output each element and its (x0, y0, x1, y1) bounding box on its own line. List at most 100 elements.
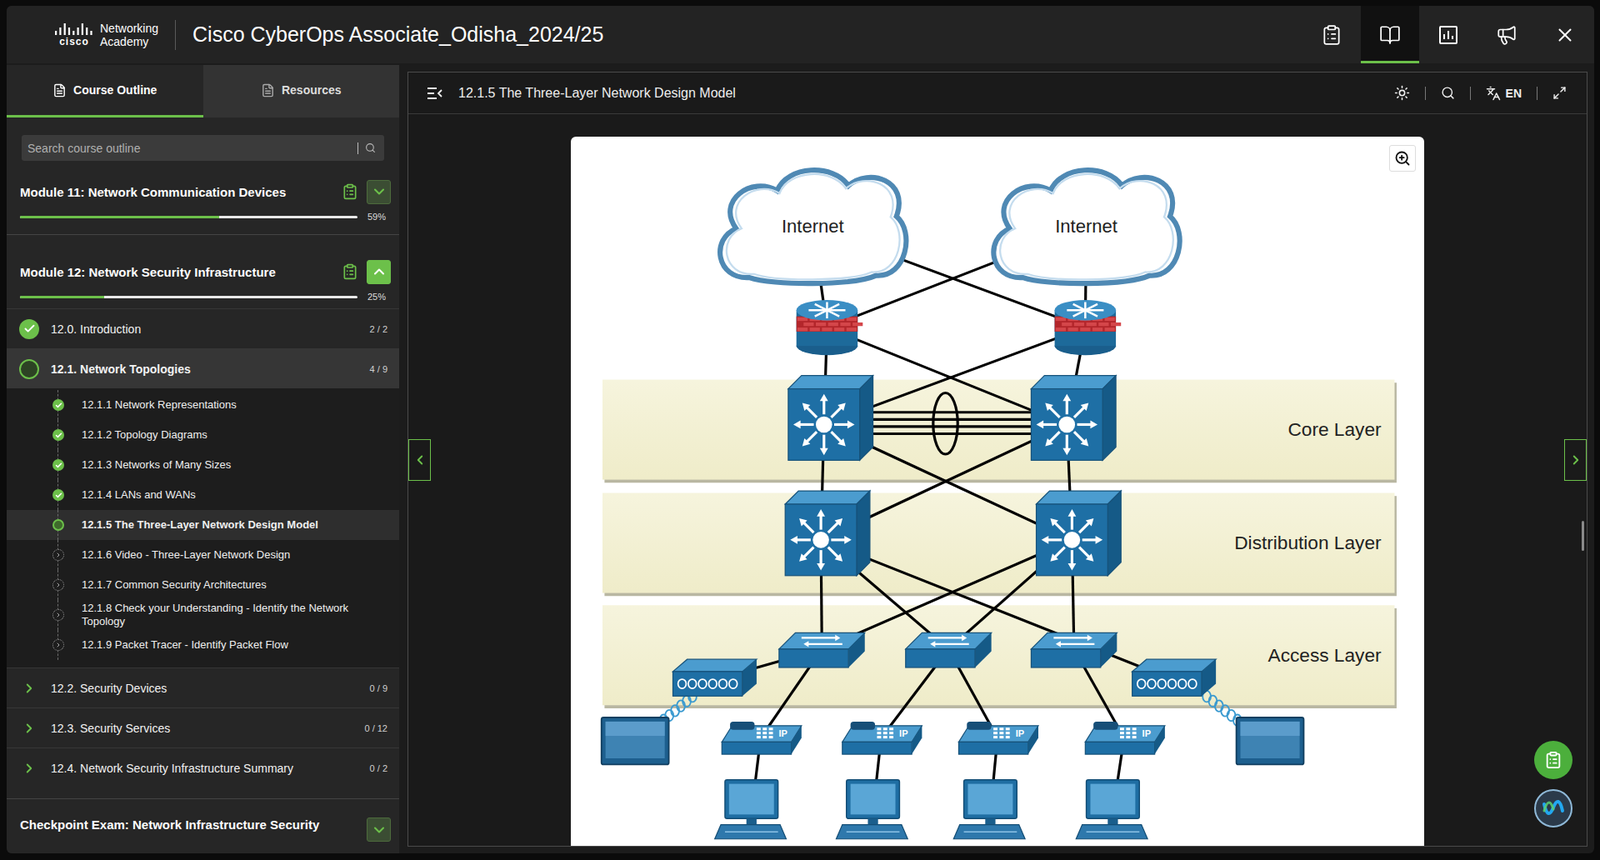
module-clipboard-icon[interactable] (341, 183, 359, 200)
topic-title: 12.1.2 Topology Diagrams (81, 426, 208, 444)
exam-title: Checkpoint Exam: Network Infrastructure … (20, 817, 359, 832)
progress-percent: 59% (367, 211, 386, 222)
chevron-down-icon (370, 183, 388, 200)
topic-done-icon (52, 459, 65, 471)
zoom-button[interactable] (1389, 145, 1416, 172)
sidebar-tab[interactable]: Course Outline (6, 65, 204, 118)
topic-item[interactable]: 12.1.2 Topology Diagrams (6, 420, 400, 450)
brand-logo[interactable]: ciscoNetworkingAcademy (6, 5, 159, 64)
search-icon (1440, 85, 1455, 100)
topic-item[interactable]: 12.1.8 Check your Understanding - Identi… (6, 600, 400, 630)
search-input[interactable] (25, 140, 351, 156)
theme-button[interactable] (1390, 85, 1414, 101)
section-title: 12.4. Network Security Infrastructure Su… (50, 761, 359, 775)
progress-fill (20, 215, 220, 219)
chevron-up-icon (370, 263, 388, 280)
module-expand-button[interactable] (366, 260, 391, 285)
collapse-outline-icon (426, 86, 444, 100)
academy-line: Networking (100, 21, 159, 35)
topic-icon-cell (52, 540, 65, 570)
section-title: 12.2. Security Devices (50, 681, 359, 695)
header-tool-button[interactable] (1302, 5, 1361, 64)
header-divider (175, 20, 176, 50)
topic-item[interactable]: 12.1.1 Network Representations (6, 390, 400, 420)
course-sidebar: Course OutlineResources Module 11: Networ… (6, 65, 400, 854)
search-wrap (6, 117, 400, 171)
search-divider (357, 142, 359, 155)
content-area: 12.1.5 The Three-Layer Network Design Mo… (399, 65, 1595, 854)
header-tool-button[interactable] (1535, 5, 1595, 64)
webex-float-button[interactable] (1534, 789, 1573, 828)
translate-icon (1485, 85, 1501, 101)
topic-title: 12.1.3 Networks of Many Sizes (81, 456, 231, 474)
ip-phone: IP (958, 721, 1039, 755)
topic-icon-cell (52, 600, 65, 630)
section-row[interactable]: 12.1. Network Topologies4 / 9 (6, 348, 400, 389)
fullscreen-button[interactable] (1549, 85, 1570, 100)
language-button[interactable]: EN (1482, 85, 1525, 101)
exam-expand-button[interactable] (366, 817, 391, 842)
assignments-icon (1320, 24, 1343, 46)
collapse-outline-button[interactable] (423, 86, 447, 100)
assessment-float-button[interactable] (1534, 740, 1573, 780)
zoom-in-icon (1394, 150, 1411, 167)
content-panel: 12.1.5 The Three-Layer Network Design Mo… (407, 71, 1588, 847)
section-row[interactable]: 12.3. Security Services 0 / 12 (6, 707, 400, 748)
progress-fill (20, 295, 105, 299)
tool-separator (1536, 86, 1538, 100)
checkpoint-exam[interactable]: Checkpoint Exam: Network Infrastructure … (6, 798, 400, 842)
access-switch (1030, 632, 1117, 668)
section-title: 12.3. Security Services (50, 721, 353, 735)
header-tool-button[interactable] (1360, 5, 1420, 64)
section-row[interactable]: 12.4. Network Security Infrastructure Su… (6, 747, 400, 788)
book-icon (1379, 24, 1401, 46)
section-row[interactable]: 12.2. Security Devices 0 / 9 (6, 667, 400, 708)
page-title: 12.1.5 The Three-Layer Network Design Mo… (458, 85, 1380, 101)
sidebar-tab[interactable]: Resources (203, 65, 400, 118)
tool-separator (1470, 86, 1471, 100)
topic-item[interactable]: 12.1.9 Packet Tracer - Identify Packet F… (6, 630, 400, 660)
header-tool-button[interactable] (1419, 5, 1478, 64)
search-button[interactable] (1437, 85, 1459, 100)
section-count: 0 / 12 (364, 723, 388, 734)
topic-item[interactable]: 12.1.7 Common Security Architectures (6, 570, 400, 600)
chart-icon (1437, 24, 1460, 46)
section-row[interactable]: 12.0. Introduction2 / 2 (6, 308, 400, 349)
pc-workstation (715, 780, 787, 840)
topic-item[interactable]: 12.1.4 LANs and WANs (6, 480, 400, 510)
module-clipboard-icon[interactable] (341, 263, 359, 280)
module-header[interactable]: Module 12: Network Security Infrastructu… (20, 259, 391, 285)
wireless-access-point (1132, 659, 1216, 696)
firewall-router (796, 300, 864, 355)
module-expand-button[interactable] (366, 180, 391, 205)
svg-text:IP: IP (1142, 728, 1151, 739)
content-header: 12.1.5 The Three-Layer Network Design Mo… (408, 72, 1587, 115)
next-page-button[interactable] (1564, 439, 1587, 481)
course-title: Cisco CyberOps Associate_Odisha_2024/25 (192, 22, 1303, 47)
search-field[interactable] (21, 135, 385, 161)
ip-phone: IP (1085, 721, 1165, 755)
svg-text:IP: IP (1015, 728, 1025, 739)
module-header[interactable]: Module 11: Network Communication Devices (20, 179, 391, 205)
svg-text:IP: IP (779, 728, 788, 739)
section-count: 0 / 9 (370, 683, 388, 694)
svg-text:IP: IP (899, 728, 908, 739)
topic-item[interactable]: 12.1.5 The Three-Layer Network Design Mo… (6, 510, 400, 540)
topic-item[interactable]: 12.1.6 Video - Three-Layer Network Desig… (6, 540, 400, 570)
section-check-icon (19, 319, 40, 340)
switching-arrows-icon (1036, 394, 1098, 455)
progress-percent: 25% (367, 291, 386, 302)
clipboard-icon (1544, 750, 1563, 770)
topic-todo-icon (52, 579, 65, 591)
svg-text:Internet: Internet (1055, 215, 1118, 237)
webex-icon (1540, 795, 1566, 821)
svg-text:Distribution Layer: Distribution Layer (1234, 531, 1382, 554)
header-tool-button[interactable] (1477, 5, 1536, 64)
topic-item[interactable]: 12.1.3 Networks of Many Sizes (6, 450, 400, 480)
previous-page-button[interactable] (408, 439, 431, 481)
switching-arrows-icon (790, 509, 851, 570)
layer-band: Core Layer (602, 380, 1397, 484)
scrollbar-thumb[interactable] (1581, 520, 1585, 551)
chevron-down-icon (370, 821, 388, 839)
search-icon (365, 142, 376, 154)
